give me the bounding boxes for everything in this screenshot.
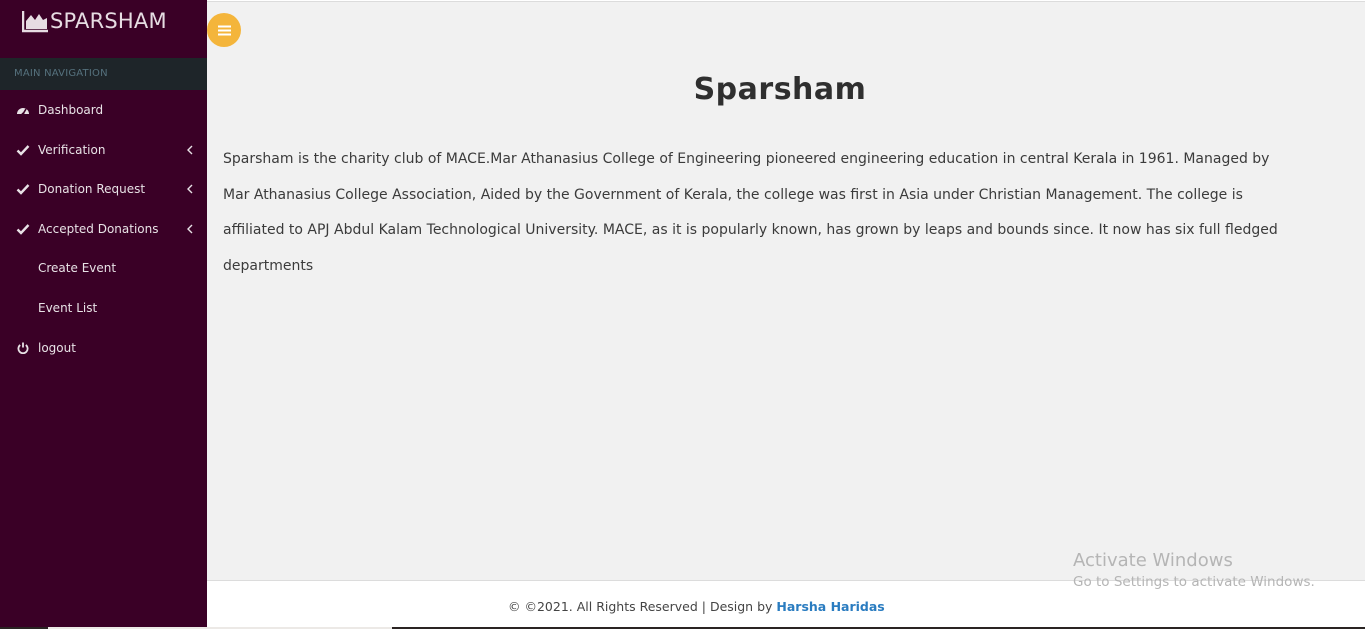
top-divider [207, 0, 1365, 2]
chevron-left-icon [187, 224, 193, 234]
sidebar-item-logout[interactable]: logout [0, 328, 207, 368]
dashboard-icon [17, 108, 29, 116]
sidebar-item-verification[interactable]: Verification [0, 130, 207, 170]
check-icon [16, 184, 30, 195]
sidebar-item-label: Event List [38, 301, 98, 315]
page-title: Sparsham [693, 72, 867, 107]
check-icon [16, 145, 30, 156]
sidebar-item-label: Dashboard [38, 103, 104, 117]
sidebar-item-label: Verification [38, 143, 106, 157]
sidebar-item-dashboard[interactable]: Dashboard [0, 90, 207, 130]
brand-logo-link[interactable]: SPARSHAM [22, 9, 167, 33]
footer-copyright: © ©2021. All Rights Reserved | Design by… [508, 599, 885, 614]
check-icon [16, 224, 30, 235]
sidebar: SPARSHAM MAIN NAVIGATION Dashboard Verif… [0, 0, 207, 629]
sidebar-item-create-event[interactable]: Create Event [0, 248, 207, 288]
sidebar-item-label: Create Event [38, 261, 117, 275]
sidebar-toggle-button[interactable] [207, 13, 241, 47]
chart-logo-icon [22, 11, 48, 33]
activate-windows-watermark: Activate Windows Go to Settings to activ… [1073, 550, 1315, 592]
power-icon [17, 342, 29, 354]
brand-name: SPARSHAM [50, 9, 167, 33]
chevron-left-icon [187, 184, 193, 194]
watermark-subtitle: Go to Settings to activate Windows. [1073, 574, 1315, 590]
sidebar-item-label: Accepted Donations [38, 222, 159, 236]
sidebar-item-accepted-donations[interactable]: Accepted Donations [0, 209, 207, 249]
footer-text: © ©2021. All Rights Reserved | Design by [508, 599, 777, 614]
nav-section-header: MAIN NAVIGATION [0, 58, 207, 90]
about-paragraph: Sparsham is the charity club of MACE.Mar… [223, 151, 1278, 274]
sidebar-item-label: logout [38, 341, 76, 355]
sidebar-item-donation-request[interactable]: Donation Request [0, 169, 207, 209]
watermark-title: Activate Windows [1073, 550, 1233, 571]
sidebar-item-label: Donation Request [38, 182, 146, 196]
chevron-left-icon [187, 145, 193, 155]
footer-author-link[interactable]: Harsha Haridas [776, 599, 884, 614]
sidebar-item-event-list[interactable]: Event List [0, 288, 207, 328]
menu-icon [217, 25, 231, 35]
